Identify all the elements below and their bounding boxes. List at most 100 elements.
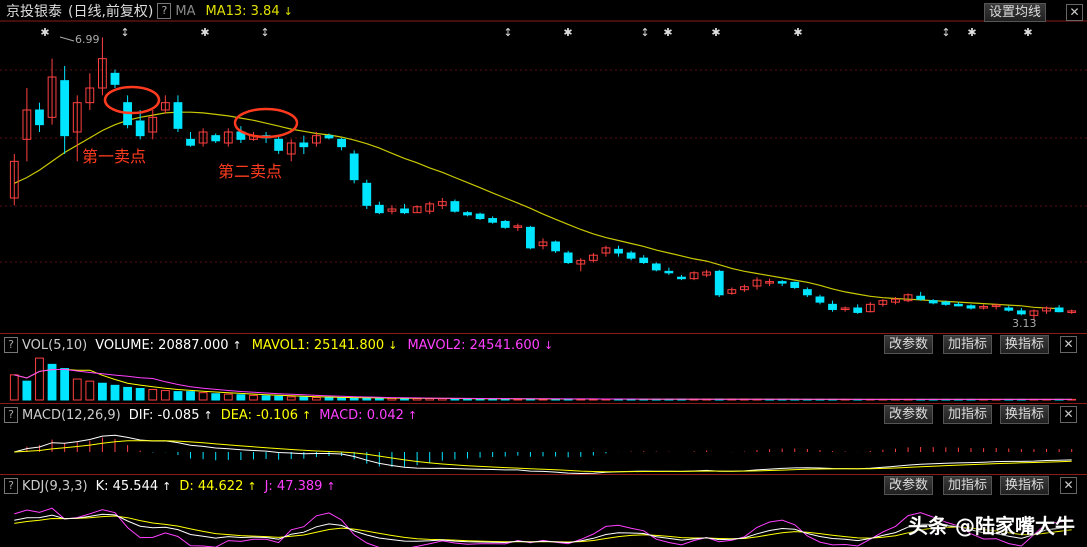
sell-point-1-circle <box>103 85 161 115</box>
marker-icon: ↕ <box>640 26 649 39</box>
vol-up-arrow-icon: ↑ <box>232 338 242 352</box>
k-up-arrow-icon: ↑ <box>162 479 172 493</box>
volume-bar <box>35 357 44 401</box>
candle-body <box>110 72 120 85</box>
candle-body <box>563 252 573 264</box>
candle-body <box>450 201 460 212</box>
volume-bar <box>110 384 120 401</box>
kdj-params-button[interactable]: 改参数 <box>884 476 934 495</box>
vol-close-icon[interactable]: ✕ <box>1060 336 1077 353</box>
volume-bar <box>60 368 70 401</box>
macd-add-button[interactable]: 加指标 <box>943 405 993 424</box>
candle-body <box>349 153 359 181</box>
macd-plot <box>14 434 1073 475</box>
candle-body <box>551 241 560 252</box>
mavol2-down-arrow-icon: ↓ <box>543 338 554 352</box>
main-close-icon[interactable]: ✕ <box>1066 4 1083 21</box>
volume-bar <box>9 374 19 401</box>
candle-body <box>1004 307 1014 311</box>
volume-bar <box>261 395 271 401</box>
ma-label: MA <box>175 3 196 19</box>
candle-body <box>374 204 384 214</box>
candle-body <box>173 102 183 129</box>
marker-icon: ✱ <box>711 26 720 39</box>
kdj-header: ? KDJ(9,3,3) K: 45.544 ↑ D: 44.622 ↑ J: … <box>0 477 336 495</box>
candle-body <box>337 138 346 148</box>
candle-body <box>916 295 926 300</box>
volume-bar <box>85 380 95 401</box>
high-pointer-line <box>59 36 75 42</box>
candle-body <box>1054 307 1064 313</box>
high-price-label: 6.99 <box>75 33 100 46</box>
volume-bar <box>135 387 145 401</box>
kdj-help-icon[interactable]: ? <box>4 478 18 494</box>
volume-bar <box>198 392 208 401</box>
volume-bar <box>22 380 32 401</box>
marker-icon: ✱ <box>40 26 49 39</box>
volume-bar <box>337 397 346 401</box>
candle-body <box>966 305 976 309</box>
candle-body <box>362 182 372 206</box>
kdj-swap-button[interactable]: 换指标 <box>1000 476 1050 495</box>
candle-body <box>526 226 535 249</box>
volume-bar <box>223 393 233 401</box>
vol-add-button[interactable]: 加指标 <box>943 335 993 354</box>
vol-help-icon[interactable]: ? <box>4 337 18 353</box>
kdj-close-icon[interactable]: ✕ <box>1060 477 1077 494</box>
macd-header: ? MACD(12,26,9) DIF: -0.085 ↑ DEA: -0.10… <box>0 406 417 424</box>
marker-icon: ↕ <box>941 26 950 39</box>
macd-close-icon[interactable]: ✕ <box>1060 406 1077 423</box>
set-ma-button[interactable]: 设置均线 <box>984 3 1047 22</box>
macd-name: MACD(12,26,9) <box>22 407 121 423</box>
volume-bar <box>186 391 195 401</box>
watermark: 头条 @陆家嘴大牛 <box>908 514 1075 538</box>
macd-help-icon[interactable]: ? <box>4 407 18 423</box>
separator <box>0 333 1087 334</box>
volume-bars <box>9 357 1077 401</box>
macd-params-button[interactable]: 改参数 <box>884 405 934 424</box>
volume-ma-lines <box>14 368 1072 400</box>
candle-body <box>828 303 837 310</box>
candle-body <box>274 138 284 151</box>
kdj-k: K: 45.544 <box>95 478 159 494</box>
candles <box>9 37 1077 321</box>
marker-icon: ✱ <box>793 26 802 39</box>
ma13-value: MA13: 3.84 <box>205 3 280 19</box>
candle-body <box>324 135 334 139</box>
help-icon[interactable]: ? <box>157 3 172 19</box>
volume-bar <box>160 390 170 401</box>
vol-volume: VOLUME: 20887.000 <box>95 337 229 353</box>
candle-body <box>488 218 498 223</box>
volume-bar <box>123 386 132 401</box>
mavol2-line <box>14 368 1072 400</box>
candle-body <box>35 109 44 126</box>
vol-params-button[interactable]: 改参数 <box>884 335 934 354</box>
kdj-add-button[interactable]: 加指标 <box>943 476 993 495</box>
volume-bar <box>299 396 309 401</box>
volume-bar <box>374 397 384 401</box>
candle-body <box>714 270 724 296</box>
volume-bar <box>72 378 82 401</box>
volume-bar <box>236 394 246 401</box>
candle-body <box>475 213 485 220</box>
dea-up-arrow-icon: ↑ <box>302 408 312 422</box>
volume-bar <box>324 396 334 401</box>
candle-body <box>815 296 825 303</box>
separator <box>0 403 1087 404</box>
vol-swap-button[interactable]: 换指标 <box>1000 335 1050 354</box>
marker-icon: ✱ <box>1023 26 1032 39</box>
volume-bar <box>148 389 158 401</box>
separator <box>0 474 1087 475</box>
candle-body <box>186 138 195 146</box>
candle-body <box>853 307 863 313</box>
kdj-name: KDJ(9,3,3) <box>22 478 88 494</box>
candle-body <box>1016 310 1026 315</box>
candle-body <box>135 120 145 137</box>
volume-bar <box>98 382 107 401</box>
chart-canvas: ✱ ↕ ✱ ↕ ↕ ✱ ↕ ✱ ✱ ✱ ↕ ✱ ✱ <box>0 20 1087 547</box>
vol-header: ? VOL(5,10) VOLUME: 20887.000 ↑ MAVOL1: … <box>0 336 553 354</box>
macd-swap-button[interactable]: 换指标 <box>1000 405 1050 424</box>
volume-bar <box>349 397 359 401</box>
marker-icon: ✱ <box>563 26 572 39</box>
candle-body <box>651 263 661 271</box>
